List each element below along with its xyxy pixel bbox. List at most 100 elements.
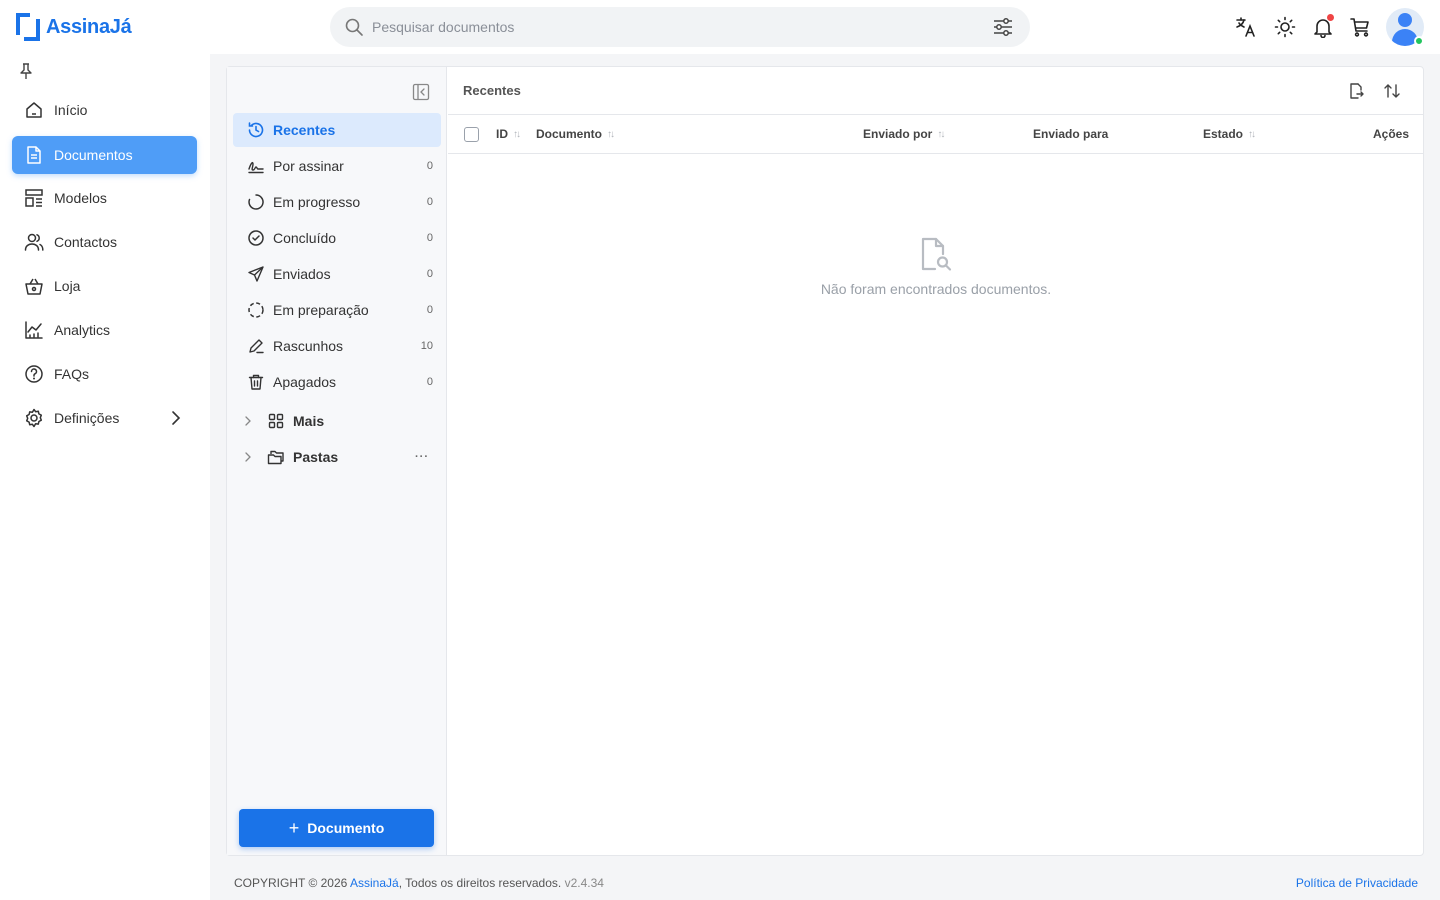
trash-icon: [247, 373, 265, 391]
column-header-enviado-por[interactable]: Enviado por ↑↓: [863, 127, 945, 141]
document-icon: [24, 145, 44, 165]
sort-icon[interactable]: [1382, 81, 1402, 101]
bell-icon[interactable]: [1311, 14, 1335, 39]
copyright: COPYRIGHT © 2026 AssinaJá, Todos os dire…: [234, 876, 604, 890]
search-icon: [344, 17, 364, 42]
online-status-dot: [1414, 36, 1424, 46]
sidebar-item-label: FAQs: [54, 366, 90, 382]
sidebar-item-label: Início: [54, 102, 88, 118]
app-logo[interactable]: AssinaJá: [16, 12, 132, 42]
sidebar-item-contactos[interactable]: Contactos: [12, 223, 197, 261]
sort-arrows-icon: ↑↓: [607, 128, 615, 140]
footer: COPYRIGHT © 2026 AssinaJá, Todos os dire…: [234, 876, 1418, 892]
select-all-checkbox[interactable]: [464, 127, 479, 142]
gear-icon: [24, 408, 44, 428]
subnav-count: 0: [426, 232, 433, 244]
subnav-item-recentes[interactable]: Recentes: [233, 113, 441, 147]
home-icon: [24, 100, 44, 120]
subnav-item-label: Apagados: [273, 374, 337, 390]
sort-arrows-icon: ↑↓: [513, 128, 521, 140]
document-search-icon: [448, 235, 1424, 273]
subnav-item-por-assinar[interactable]: Por assinar 0: [233, 149, 441, 183]
sidebar: Início Documentos Modelos Contactos Loja…: [0, 54, 210, 900]
sidebar-item-definicoes[interactable]: Definições: [12, 399, 197, 437]
sidebar-item-label: Documentos: [54, 147, 133, 163]
sidebar-item-label: Contactos: [54, 234, 118, 250]
subnav-item-concluido[interactable]: Concluído 0: [233, 221, 441, 255]
subnav-item-em-preparacao[interactable]: Em preparação 0: [233, 293, 441, 327]
subnav-item-label: Recentes: [273, 122, 336, 138]
footer-brand-link[interactable]: AssinaJá: [350, 876, 399, 890]
analytics-icon: [24, 320, 44, 340]
pencil-icon: [247, 337, 265, 355]
sidebar-item-modelos[interactable]: Modelos: [12, 179, 197, 217]
subnav-count: 0: [426, 268, 433, 280]
subnav-count: 0: [426, 160, 433, 172]
new-document-button[interactable]: + Documento: [239, 809, 434, 847]
documents-subnav: Recentes Por assinar 0 Em progresso 0 Co…: [227, 67, 447, 855]
grid-icon: [267, 412, 285, 430]
chevron-right-icon: [241, 415, 255, 427]
subnav-group-label: Pastas: [293, 449, 339, 465]
sidebar-item-label: Analytics: [54, 322, 111, 338]
empty-state: Não foram encontrados documentos.: [448, 235, 1424, 299]
filter-sliders-icon[interactable]: [992, 17, 1014, 42]
table-header: ID ↑↓ Documento ↑↓ Enviado por ↑↓ Enviado p…: [448, 116, 1424, 154]
help-icon: [24, 364, 44, 384]
subnav-item-label: Enviados: [273, 266, 331, 282]
subnav-item-label: Em preparação: [273, 302, 369, 318]
sidebar-item-documentos[interactable]: Documentos: [12, 136, 197, 174]
notification-dot: [1327, 14, 1334, 21]
documents-list: Recentes ID ↑↓ Documento ↑↓ Enviado por ↑↓ …: [448, 67, 1424, 855]
translate-icon[interactable]: [1234, 15, 1258, 39]
sidebar-item-loja[interactable]: Loja: [12, 267, 197, 305]
app-name: AssinaJá: [46, 15, 132, 38]
basket-icon: [24, 276, 44, 296]
contacts-icon: [24, 232, 44, 252]
subnav-item-label: Concluído: [273, 230, 337, 246]
subnav-group-pastas[interactable]: Pastas ···: [233, 440, 441, 474]
privacy-policy-link[interactable]: Política de Privacidade: [1296, 876, 1418, 890]
export-document-icon[interactable]: [1346, 81, 1366, 101]
more-options-icon[interactable]: ···: [415, 451, 429, 463]
column-header-acoes: Ações: [1373, 127, 1410, 141]
column-header-id[interactable]: ID ↑↓: [496, 127, 521, 141]
sidebar-item-label: Definições: [54, 410, 120, 426]
sidebar-item-analytics[interactable]: Analytics: [12, 311, 197, 349]
subnav-item-label: Rascunhos: [273, 338, 344, 354]
subnav-item-em-progresso[interactable]: Em progresso 0: [233, 185, 441, 219]
chevron-right-icon: [241, 451, 255, 463]
search-input[interactable]: [372, 15, 972, 39]
top-bar: AssinaJá: [0, 0, 1440, 54]
subnav-group-mais[interactable]: Mais: [233, 404, 441, 438]
subnav-item-enviados[interactable]: Enviados 0: [233, 257, 441, 291]
pin-icon[interactable]: [18, 62, 34, 85]
cart-icon[interactable]: [1348, 15, 1372, 39]
logo-mark-icon: [16, 13, 40, 41]
subnav-count: 0: [426, 376, 433, 388]
column-header-documento[interactable]: Documento ↑↓: [536, 127, 615, 141]
subnav-item-rascunhos[interactable]: Rascunhos 10: [233, 329, 441, 363]
collapse-panel-icon[interactable]: [412, 83, 430, 106]
sidebar-item-faqs[interactable]: FAQs: [12, 355, 197, 393]
subnav-item-label: Por assinar: [273, 158, 344, 174]
subnav-count: 0: [426, 304, 433, 316]
history-icon: [247, 121, 265, 139]
sun-icon[interactable]: [1273, 15, 1297, 39]
documents-card: Recentes Por assinar 0 Em progresso 0 Co…: [226, 66, 1424, 856]
folders-icon: [267, 448, 285, 466]
column-header-enviado-para: Enviado para: [1033, 127, 1109, 141]
search-bar[interactable]: [330, 7, 1030, 47]
chevron-right-icon: [171, 410, 181, 429]
sidebar-item-inicio[interactable]: Início: [12, 91, 197, 129]
plus-icon: +: [288, 817, 300, 838]
empty-state-text: Não foram encontrados documentos.: [820, 281, 1052, 297]
subnav-item-apagados[interactable]: Apagados 0: [233, 365, 441, 399]
sort-arrows-icon: ↑↓: [937, 128, 945, 140]
column-header-estado[interactable]: Estado ↑↓: [1203, 127, 1256, 141]
subnav-count: 0: [426, 196, 433, 208]
version-label: v2.4.34: [564, 876, 604, 890]
templates-icon: [24, 188, 44, 208]
sidebar-item-label: Modelos: [54, 190, 107, 206]
dashed-circle-icon: [247, 301, 265, 319]
